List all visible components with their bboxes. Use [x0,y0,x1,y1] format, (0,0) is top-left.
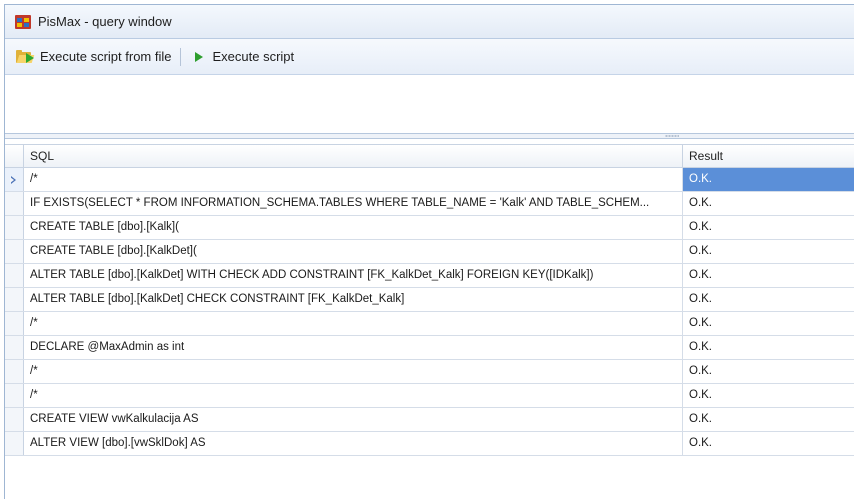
cell-sql[interactable]: ALTER VIEW [dbo].[vwSklDok] AS [24,432,683,455]
table-row[interactable]: IF EXISTS(SELECT * FROM INFORMATION_SCHE… [5,192,854,216]
toolbar-separator [179,47,181,66]
cell-result[interactable]: O.K. [683,432,854,455]
table-row[interactable]: ALTER TABLE [dbo].[KalkDet] CHECK CONSTR… [5,288,854,312]
toolbar: Execute script from file Execute script [5,39,854,75]
cell-result[interactable]: O.K. [683,384,854,407]
row-indicator[interactable] [5,384,24,407]
cell-sql[interactable]: CREATE VIEW vwKalkulacija AS [24,408,683,431]
current-row-arrow-icon [10,176,16,184]
cell-result[interactable]: O.K. [683,168,854,191]
cell-result[interactable]: O.K. [683,240,854,263]
window-title: PisMax - query window [38,14,172,29]
execute-script-from-file-label: Execute script from file [40,49,172,64]
table-row[interactable]: CREATE TABLE [dbo].[KalkDet](O.K. [5,240,854,264]
cell-result[interactable]: O.K. [683,312,854,335]
row-indicator[interactable] [5,192,24,215]
table-row[interactable]: CREATE TABLE [dbo].[Kalk](O.K. [5,216,854,240]
column-header-sql[interactable]: SQL [24,145,683,167]
table-row[interactable]: ALTER TABLE [dbo].[KalkDet] WITH CHECK A… [5,264,854,288]
grid-header: SQL Result [5,144,854,168]
cell-sql[interactable]: ALTER TABLE [dbo].[KalkDet] CHECK CONSTR… [24,288,683,311]
cell-sql[interactable]: /* [24,168,683,191]
cell-sql[interactable]: ALTER TABLE [dbo].[KalkDet] WITH CHECK A… [24,264,683,287]
row-indicator[interactable] [5,432,24,455]
row-indicator[interactable] [5,288,24,311]
cell-sql[interactable]: CREATE TABLE [dbo].[KalkDet]( [24,240,683,263]
cell-result[interactable]: O.K. [683,216,854,239]
cell-result[interactable]: O.K. [683,360,854,383]
app-window-icon [15,14,31,30]
row-indicator[interactable] [5,264,24,287]
cell-result[interactable]: O.K. [683,336,854,359]
table-row[interactable]: /* O.K. [5,312,854,336]
row-indicator[interactable] [5,312,24,335]
table-row[interactable]: ALTER VIEW [dbo].[vwSklDok] AS O.K. [5,432,854,456]
cell-sql[interactable]: DECLARE @MaxAdmin as int [24,336,683,359]
row-indicator[interactable] [5,240,24,263]
splitter-grip-icon [665,135,679,137]
table-row[interactable]: CREATE VIEW vwKalkulacija AS O.K. [5,408,854,432]
execute-script-from-file-button[interactable]: Execute script from file [11,45,176,69]
column-header-result[interactable]: Result [683,145,854,167]
table-row[interactable]: /* O.K. [5,384,854,408]
row-indicator[interactable] [5,336,24,359]
cell-result[interactable]: O.K. [683,264,854,287]
cell-sql[interactable]: IF EXISTS(SELECT * FROM INFORMATION_SCHE… [24,192,683,215]
grid-rows: /* O.K. IF EXISTS(SELECT * FROM INFORMATIO… [5,168,854,456]
cell-result[interactable]: O.K. [683,408,854,431]
execute-script-button[interactable]: Execute script [189,45,299,69]
folder-run-icon [15,49,35,65]
row-indicator[interactable] [5,168,24,191]
table-row[interactable]: DECLARE @MaxAdmin as int O.K. [5,336,854,360]
row-indicator-header[interactable] [5,145,24,167]
cell-sql[interactable]: CREATE TABLE [dbo].[Kalk]( [24,216,683,239]
query-window: PisMax - query window Execute script fro… [4,4,854,499]
row-indicator[interactable] [5,360,24,383]
title-bar: PisMax - query window [5,5,854,39]
table-row[interactable]: /* O.K. [5,360,854,384]
table-row[interactable]: /* O.K. [5,168,854,192]
row-indicator[interactable] [5,216,24,239]
cell-result[interactable]: O.K. [683,288,854,311]
cell-sql[interactable]: /* [24,384,683,407]
cell-sql[interactable]: /* [24,360,683,383]
play-icon [194,51,203,62]
cell-result[interactable]: O.K. [683,192,854,215]
execute-script-label: Execute script [212,49,295,64]
row-indicator[interactable] [5,408,24,431]
cell-sql[interactable]: /* [24,312,683,335]
query-editor[interactable] [5,75,854,133]
results-grid: SQL Result /* O.K. IF EXISTS(SELECT * FROM… [5,139,854,499]
